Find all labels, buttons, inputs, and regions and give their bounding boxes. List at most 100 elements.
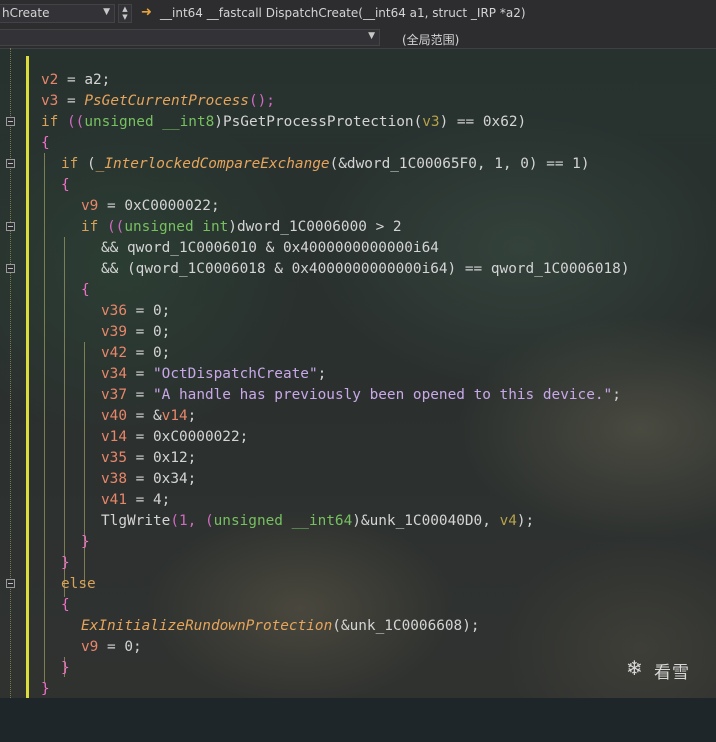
token-variable: v35 (101, 450, 127, 466)
token-text: = 0; (127, 324, 171, 340)
code-line: v39 = 0; (0, 322, 170, 343)
fold-minus-icon[interactable] (6, 264, 15, 273)
token-text: = (58, 93, 85, 109)
token-variable: v14 (161, 408, 188, 424)
code-line: v9 = 0xC0000022; (0, 196, 220, 217)
watermark-text: 看雪 (654, 663, 690, 683)
token-text: && (qword_1C0006018 & 0x4000000000000i64… (101, 261, 630, 277)
code-editor[interactable]: v2 = a2; v3 = PsGetCurrentProcess(); if … (0, 48, 716, 698)
token-text: = 0x12; (127, 450, 197, 466)
code-line: v34 = "OctDispatchCreate"; (0, 364, 326, 385)
token-text: = 0; (127, 345, 171, 361)
code-line: v14 = 0xC0000022; (0, 427, 248, 448)
token-text: (&dword_1C00065F0, 1, 0) == 1) (329, 156, 590, 172)
function-dropdown[interactable]: hCreate ▼ (0, 4, 115, 23)
token-text: ; (187, 408, 197, 424)
token-variable: v3 (422, 114, 440, 130)
scope-bar: ▼ (全局范围) (0, 28, 716, 49)
token-function: _InterlockedCompareExchange (95, 156, 330, 172)
token-text: (&unk_1C0006608); (332, 618, 480, 634)
token-brace: } (61, 660, 70, 676)
chevron-down-icon: ▼ (103, 7, 110, 17)
token-variable: v41 (101, 492, 127, 508)
code-line: v37 = "A handle has previously been open… (0, 385, 621, 406)
code-line: } (0, 658, 70, 679)
token-brace: { (81, 282, 90, 298)
code-line: else (0, 574, 96, 595)
token-function: TlgWrite (101, 513, 171, 529)
token-brace: } (41, 681, 50, 697)
code-line: v42 = 0; (0, 343, 170, 364)
token-text: (1, ( (170, 513, 214, 529)
code-line: && qword_1C0006010 & 0x4000000000000i64 (0, 238, 439, 259)
code-line: ExInitializeRundownProtection(&unk_1C000… (0, 616, 480, 637)
token-text: = (127, 366, 153, 382)
code-line: { (0, 280, 90, 301)
token-keyword: if (61, 156, 79, 172)
token-brace: { (61, 177, 70, 193)
token-function: ExInitializeRundownProtection (81, 618, 333, 634)
token-text: )PsGetProcessProtection( (214, 114, 423, 130)
arrow-right-icon: ➜ (141, 5, 152, 20)
navigation-bar: hCreate ▼ ▲ ▼ ➜ __int64 __fastcall Dispat… (0, 0, 716, 29)
token-brace: { (61, 597, 70, 613)
code-line: v9 = 0; (0, 637, 142, 658)
code-line: v3 = PsGetCurrentProcess(); (0, 91, 275, 112)
token-brace: } (61, 555, 70, 571)
code-line: { (0, 175, 70, 196)
token-variable: v40 (101, 408, 127, 424)
indent-guide (44, 153, 45, 683)
function-signature[interactable]: __int64 __fastcall DispatchCreate(__int6… (160, 6, 526, 20)
token-variable: v37 (101, 387, 127, 403)
code-line: { (0, 595, 70, 616)
token-text: = 0xC0000022; (98, 198, 220, 214)
spinner-icon[interactable]: ▲ ▼ (118, 4, 132, 23)
code-line: v36 = 0; (0, 301, 170, 322)
code-line: v40 = &v14; (0, 406, 196, 427)
fold-minus-icon[interactable] (6, 579, 15, 588)
token-variable: v14 (101, 429, 127, 445)
chevron-down-icon: ▼ (368, 31, 375, 41)
token-function: PsGetCurrentProcess (84, 93, 249, 109)
token-string: "A handle has previously been opened to … (153, 387, 613, 403)
token-brace: { (41, 135, 50, 151)
token-text: )dword_1C0006000 > 2 (228, 219, 402, 235)
token-type: unsigned __int8 (84, 114, 215, 130)
token-variable: v38 (101, 471, 127, 487)
token-text: = 0x34; (127, 471, 197, 487)
token-text: ; (317, 366, 327, 382)
token-text: ( (78, 156, 96, 172)
token-variable: v34 (101, 366, 127, 382)
scope-dropdown[interactable]: ▼ (0, 29, 380, 46)
code-line: && (qword_1C0006018 & 0x4000000000000i64… (0, 259, 630, 280)
token-variable: v9 (81, 639, 99, 655)
snowflake-icon: ❄ (626, 656, 643, 680)
token-string: "OctDispatchCreate" (153, 366, 318, 382)
indent-guide (64, 237, 65, 597)
token-variable: v4 (499, 513, 517, 529)
token-text: ) == 0x62) (439, 114, 527, 130)
token-text: = 0; (98, 639, 142, 655)
token-text: = 4; (127, 492, 171, 508)
code-line: } (0, 532, 90, 553)
token-variable: v39 (101, 324, 127, 340)
token-text: (( (98, 219, 125, 235)
scope-label[interactable]: (全局范围) (402, 31, 459, 48)
fold-minus-icon[interactable] (6, 222, 15, 231)
token-text: = & (127, 408, 162, 424)
code-line: } (0, 553, 70, 574)
function-dropdown-value: hCreate (2, 6, 50, 20)
code-line: if (_InterlockedCompareExchange(&dword_1… (0, 154, 590, 175)
fold-minus-icon[interactable] (6, 117, 15, 126)
token-type: unsigned int (124, 219, 229, 235)
token-brace: } (81, 534, 90, 550)
token-variable: v42 (101, 345, 127, 361)
token-text: = (127, 387, 153, 403)
token-text: (( (58, 114, 85, 130)
code-line: } (0, 679, 50, 700)
code-line: if ((unsigned int)dword_1C0006000 > 2 (0, 217, 402, 238)
fold-minus-icon[interactable] (6, 159, 15, 168)
token-variable: v36 (101, 303, 127, 319)
token-text: = 0xC0000022; (127, 429, 249, 445)
code-line: v41 = 4; (0, 490, 170, 511)
